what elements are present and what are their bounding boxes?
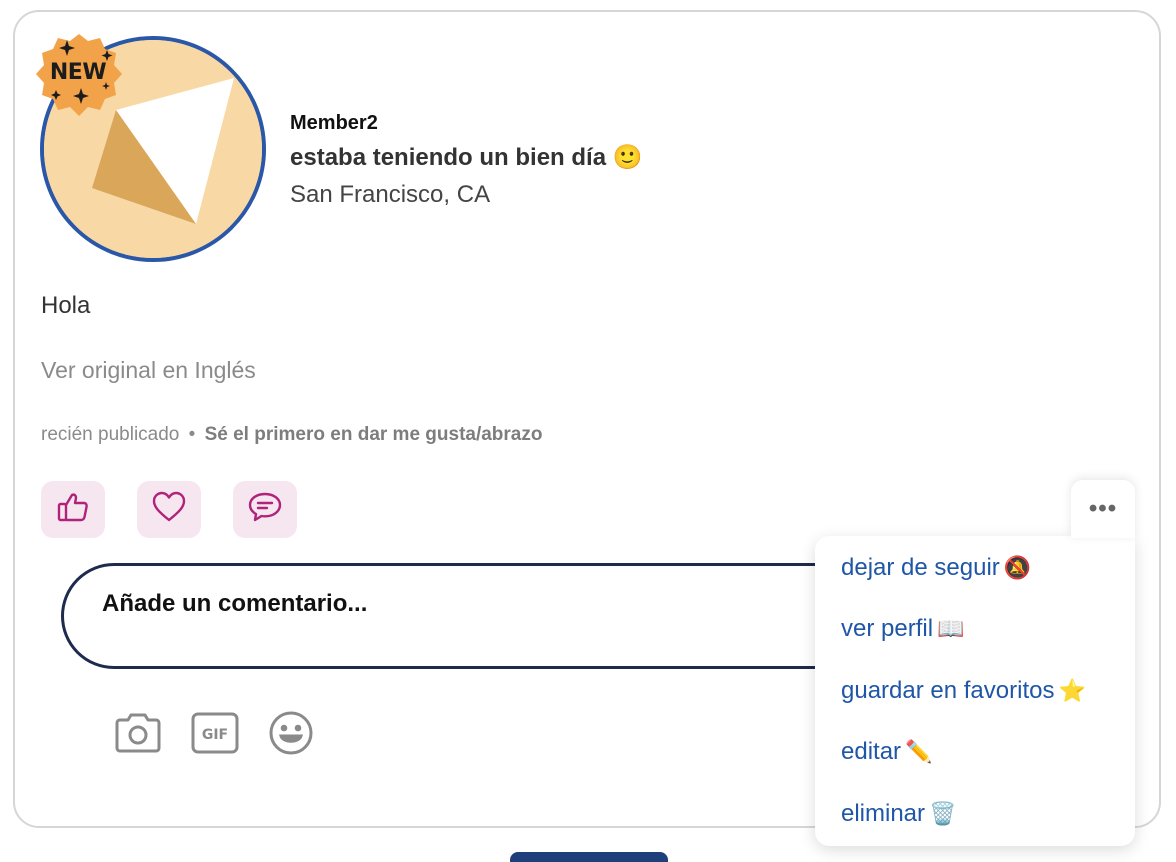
post-time: recién publicado <box>41 424 180 445</box>
new-badge-label: NEW <box>49 60 107 85</box>
camera-icon <box>113 711 163 760</box>
menu-item-label: guardar en favoritos <box>841 677 1055 704</box>
new-badge: NEW <box>34 32 124 118</box>
bell-muted-icon: 🔕 <box>1003 556 1032 581</box>
more-dots-icon: ••• <box>1088 495 1118 522</box>
more-options-button[interactable]: ••• <box>1071 480 1135 538</box>
smiley-icon <box>267 709 315 762</box>
svg-text:GIF: GIF <box>202 727 228 743</box>
emoji-button[interactable] <box>266 710 316 760</box>
options-menu: dejar de seguir 🔕 ver perfil 📖 guardar en … <box>815 536 1135 846</box>
love-button[interactable] <box>137 481 201 538</box>
menu-item-unfollow[interactable]: dejar de seguir 🔕 <box>841 554 1031 582</box>
menu-item-label: editar <box>841 738 902 765</box>
member-status: estaba teniendo un bien día 🙂 <box>290 144 643 171</box>
gif-button[interactable]: GIF <box>190 710 240 760</box>
heart-icon <box>151 490 187 529</box>
menu-item-view-profile[interactable]: ver perfil 📖 <box>841 615 964 643</box>
first-to-like-text: Sé el primero en dar me gusta/abrazo <box>204 424 543 445</box>
star-icon: ⭐ <box>1058 679 1086 704</box>
menu-item-label: dejar de seguir <box>841 554 1000 581</box>
member-location: San Francisco, CA <box>290 181 491 208</box>
view-original-link[interactable]: Ver original en Inglés <box>41 357 256 384</box>
menu-item-save-favorite[interactable]: guardar en favoritos ⭐ <box>841 677 1086 705</box>
bottom-edge-tab <box>510 852 668 862</box>
comment-button[interactable] <box>233 481 297 538</box>
like-button[interactable] <box>41 481 105 538</box>
trash-icon: 🗑️ <box>929 802 957 827</box>
menu-item-delete[interactable]: eliminar 🗑️ <box>841 800 956 828</box>
post-meta: recién publicado • Sé el primero en dar … <box>41 424 542 446</box>
camera-button[interactable] <box>113 710 163 760</box>
member-name[interactable]: Member2 <box>290 112 378 135</box>
menu-item-edit[interactable]: editar ✏️ <box>841 738 932 766</box>
comment-placeholder[interactable]: Añade un comentario... <box>102 590 367 618</box>
menu-item-label: ver perfil <box>841 615 934 642</box>
book-icon: 📖 <box>937 617 965 642</box>
pencil-icon: ✏️ <box>905 740 933 765</box>
menu-item-label: eliminar <box>841 800 926 827</box>
meta-separator: • <box>188 424 196 445</box>
post-body: Hola <box>41 292 91 319</box>
speech-bubble-icon <box>247 490 283 529</box>
gif-icon: GIF <box>190 711 240 760</box>
thumbs-up-icon <box>56 490 90 529</box>
